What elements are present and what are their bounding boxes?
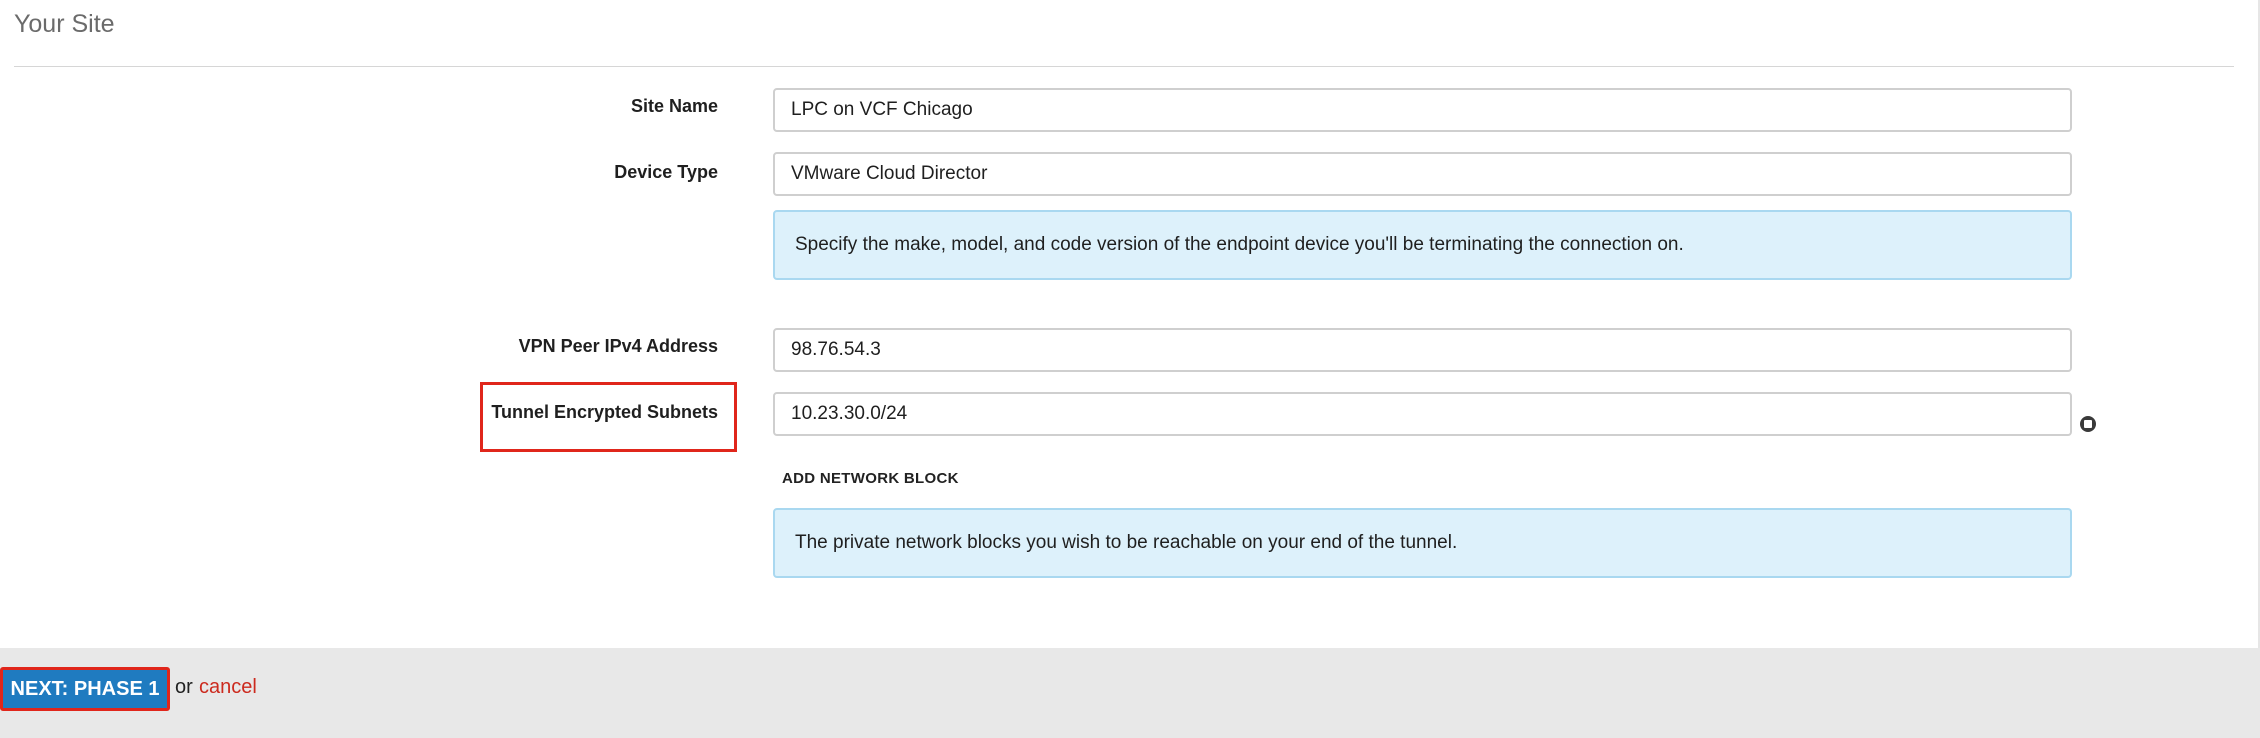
next-phase-1-button[interactable]: NEXT: PHASE 1: [0, 667, 170, 711]
remove-circle-icon[interactable]: [2080, 416, 2096, 432]
site-name-input[interactable]: [773, 88, 2072, 132]
add-network-block-button[interactable]: ADD NETWORK BLOCK: [782, 470, 959, 487]
cancel-link[interactable]: cancel: [199, 676, 257, 699]
footer-bar: [0, 648, 2260, 738]
page: Your Site Site Name Device Type Specify …: [0, 0, 2260, 738]
tunnel-subnet-input[interactable]: [773, 392, 2072, 436]
site-name-label: Site Name: [630, 96, 718, 116]
device-type-help: Specify the make, model, and code versio…: [773, 210, 2072, 280]
or-text: or: [175, 676, 193, 698]
vpn-peer-input[interactable]: [773, 328, 2072, 372]
vpn-peer-label: VPN Peer IPv4 Address: [518, 336, 718, 356]
section-title: Your Site: [14, 10, 115, 38]
device-type-input[interactable]: [773, 152, 2072, 196]
section-divider: [14, 66, 2234, 67]
tunnel-subnets-help: The private network blocks you wish to b…: [773, 508, 2072, 578]
main-content: Your Site Site Name Device Type Specify …: [0, 0, 2260, 648]
tunnel-subnets-label: Tunnel Encrypted Subnets: [491, 402, 718, 422]
device-type-label: Device Type: [614, 162, 718, 182]
